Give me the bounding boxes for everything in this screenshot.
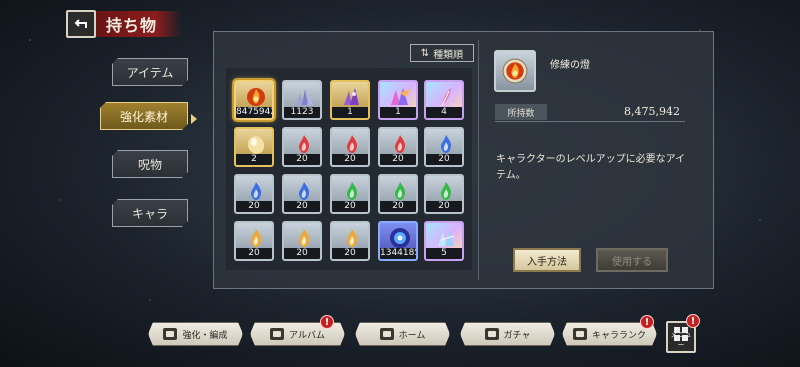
nav-label: キャラランク [591, 330, 646, 341]
feather-icon [441, 88, 451, 107]
item-count: 1123 [284, 107, 320, 118]
ice-crystal-icon [438, 230, 455, 246]
sort-button[interactable]: ⇅ 種類順 [410, 44, 474, 62]
green-flame-icon [441, 182, 452, 200]
blue-orb-icon [390, 228, 410, 248]
item-slot[interactable]: 20 [282, 174, 322, 214]
item-count: 20 [426, 201, 462, 212]
album-icon [270, 328, 284, 340]
nav-label: ガチャ [503, 330, 531, 341]
item-slot[interactable]: 20 [330, 174, 370, 214]
item-count: 20 [236, 248, 272, 259]
detail-item-name: 修練の燈 [550, 60, 590, 71]
item-slot[interactable]: 20 [378, 174, 418, 214]
menu-label: メニュー [670, 331, 692, 349]
party-icon [163, 328, 177, 340]
item-description: キャラクターのレベルアップに必要なアイテム。 [496, 154, 686, 181]
sort-label: 種類順 [433, 49, 464, 61]
red-flame-icon [347, 135, 358, 153]
count-underline [495, 121, 685, 122]
item-count: 1 [332, 107, 368, 118]
active-tab-arrow-icon [191, 114, 197, 124]
red-flame-icon [299, 135, 310, 153]
item-slot[interactable]: 20 [424, 127, 464, 167]
red-flame-icon [395, 135, 406, 153]
item-count: 20 [332, 201, 368, 212]
item-count: 20 [426, 154, 462, 165]
item-slot[interactable]: 1344185 [378, 221, 418, 261]
nav-label: 強化・編成 [182, 330, 228, 341]
nav-enhance-party[interactable]: 強化・編成 [148, 322, 243, 346]
page-title: 持ち物 [96, 11, 182, 37]
menu-notification-badge: ! [686, 314, 700, 328]
light-stone-icon [247, 136, 265, 154]
item-count: 20 [284, 248, 320, 259]
back-button[interactable] [66, 10, 96, 38]
green-flame-icon [347, 182, 358, 200]
nav-label: アルバム [289, 330, 325, 341]
item-count: 1 [380, 107, 416, 118]
item-slot[interactable]: 20 [234, 174, 274, 214]
item-slot[interactable]: 1 [330, 80, 370, 120]
item-count: 20 [236, 201, 272, 212]
item-slot[interactable]: 20 [234, 221, 274, 261]
item-count: 20 [284, 154, 320, 165]
item-slot[interactable]: 20 [282, 221, 322, 261]
acquire-method-button[interactable]: 入手方法 [513, 248, 581, 272]
rank-notification-badge: ! [640, 315, 654, 329]
item-count: 20 [284, 201, 320, 212]
item-slot[interactable]: 20 [424, 174, 464, 214]
back-arrow-icon [74, 19, 87, 28]
item-slot[interactable]: 1 [378, 80, 418, 120]
tab-character[interactable]: キャラ [112, 199, 188, 227]
tab-item[interactable]: アイテム [112, 58, 188, 86]
item-slot[interactable]: 20 [330, 127, 370, 167]
item-count: 4 [426, 107, 462, 118]
item-count: 8475942 [236, 107, 274, 118]
item-slot[interactable]: 8475942 [234, 80, 274, 120]
fire-orb-icon [502, 58, 528, 84]
item-count: 2 [236, 154, 272, 165]
item-count: 1344185 [380, 248, 418, 259]
item-slot[interactable]: 2 [234, 127, 274, 167]
tab-enhance-material[interactable]: 強化素材 [100, 102, 188, 130]
purple-crystal-icon [344, 88, 359, 105]
item-count: 20 [380, 201, 416, 212]
album-notification-badge: ! [320, 315, 334, 329]
item-count: 5 [426, 248, 462, 259]
nav-home[interactable]: ホーム [355, 322, 450, 346]
item-count: 20 [332, 248, 368, 259]
green-flame-icon [395, 182, 406, 200]
item-slot[interactable]: 20 [282, 127, 322, 167]
orange-flame-icon [299, 229, 310, 247]
item-slot[interactable]: 5 [424, 221, 464, 261]
rank-icon [573, 328, 587, 340]
item-slot[interactable]: 4 [424, 80, 464, 120]
item-count: 20 [380, 154, 416, 165]
rainbow-crystal-icon [391, 88, 410, 105]
count-value: 8,475,942 [624, 105, 680, 118]
item-slot[interactable]: 20 [378, 127, 418, 167]
item-slot[interactable]: 20 [330, 221, 370, 261]
home-icon [380, 328, 394, 340]
blue-flame-icon [299, 182, 310, 200]
count-label: 所持数 [495, 104, 547, 120]
tab-cursed-object[interactable]: 呪物 [112, 150, 188, 178]
item-count: 20 [332, 154, 368, 165]
detail-item-icon [494, 50, 536, 92]
orange-flame-icon [347, 229, 358, 247]
item-slot[interactable]: 1123 [282, 80, 322, 120]
use-button[interactable]: 使用する [596, 248, 668, 272]
orange-flame-icon [251, 229, 262, 247]
crystal-cluster-icon [297, 89, 313, 105]
gacha-icon [485, 328, 499, 340]
fire-orb-icon [247, 88, 265, 106]
nav-label: ホーム [398, 330, 426, 341]
blue-flame-icon [251, 182, 262, 200]
sort-icon: ⇅ [420, 47, 430, 59]
nav-gacha[interactable]: ガチャ [460, 322, 555, 346]
divider [478, 40, 479, 280]
blue-flame-icon [441, 135, 452, 153]
